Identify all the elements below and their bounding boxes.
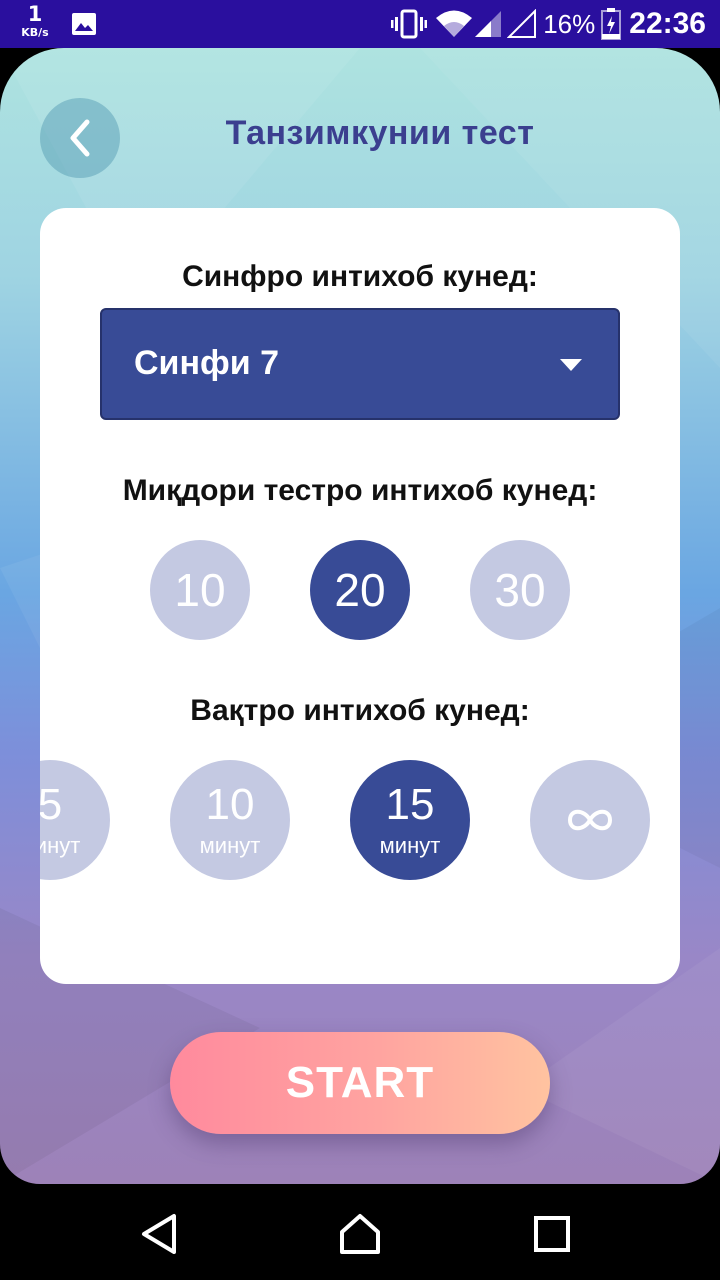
start-button[interactable]: START bbox=[170, 1032, 550, 1134]
class-dropdown[interactable]: Синфи 7 bbox=[100, 308, 620, 420]
count-option-30[interactable]: 30 bbox=[470, 540, 570, 640]
app-background: Танзимкунии тест Синфро интихоб кунед: С… bbox=[0, 48, 720, 1184]
time-option-unit: минут bbox=[40, 833, 81, 858]
battery-percent: 16% bbox=[543, 8, 596, 39]
infinity-icon bbox=[567, 809, 613, 831]
time-option-15[interactable]: 15 минут bbox=[350, 760, 470, 880]
status-bar: 1 KB/s 16% 22:36 bbox=[0, 0, 720, 48]
back-nav-icon[interactable] bbox=[138, 1212, 182, 1256]
back-button[interactable] bbox=[40, 98, 120, 178]
class-label: Синфро интихоб кунед: bbox=[182, 260, 538, 293]
home-nav-icon[interactable] bbox=[338, 1212, 382, 1256]
time-option-10[interactable]: 10 минут bbox=[170, 760, 290, 880]
time-label: Вақтро интихоб кунед: bbox=[190, 694, 530, 727]
count-label: Миқдори тестро интихоб кунед: bbox=[122, 474, 598, 507]
vibrate-icon bbox=[391, 9, 428, 39]
time-option-unlimited[interactable] bbox=[530, 760, 650, 880]
clock: 22:36 bbox=[629, 7, 706, 40]
network-speed: 1 KB/s bbox=[14, 2, 56, 39]
dropdown-arrow-icon bbox=[560, 359, 582, 371]
recents-nav-icon[interactable] bbox=[530, 1212, 574, 1256]
time-option-value: 15 bbox=[385, 780, 435, 829]
status-indicators: 16% 22:36 bbox=[391, 0, 706, 48]
page-title: Танзимкунии тест bbox=[225, 114, 535, 152]
chevron-left-icon bbox=[70, 119, 90, 157]
time-option-value: 10 bbox=[205, 780, 255, 829]
navigation-bar bbox=[0, 1184, 720, 1280]
settings-card: Синфро интихоб кунед: Синфи 7 Миқдори те… bbox=[40, 208, 680, 984]
network-speed-unit: KB/s bbox=[21, 26, 49, 39]
class-dropdown-value: Синфи 7 bbox=[134, 344, 279, 382]
wifi-icon bbox=[436, 10, 473, 37]
time-option-unit: минут bbox=[379, 833, 441, 858]
time-option-value: 5 bbox=[40, 780, 63, 829]
signal-icon bbox=[475, 11, 502, 37]
count-option-10[interactable]: 10 bbox=[150, 540, 250, 640]
network-speed-value: 1 bbox=[27, 2, 43, 26]
battery-icon bbox=[601, 8, 622, 40]
gallery-icon bbox=[72, 13, 96, 35]
time-option-5[interactable]: 5 минут bbox=[40, 760, 110, 880]
count-option-20[interactable]: 20 bbox=[310, 540, 410, 640]
no-signal-icon bbox=[507, 9, 537, 38]
time-option-unit: минут bbox=[199, 833, 261, 858]
